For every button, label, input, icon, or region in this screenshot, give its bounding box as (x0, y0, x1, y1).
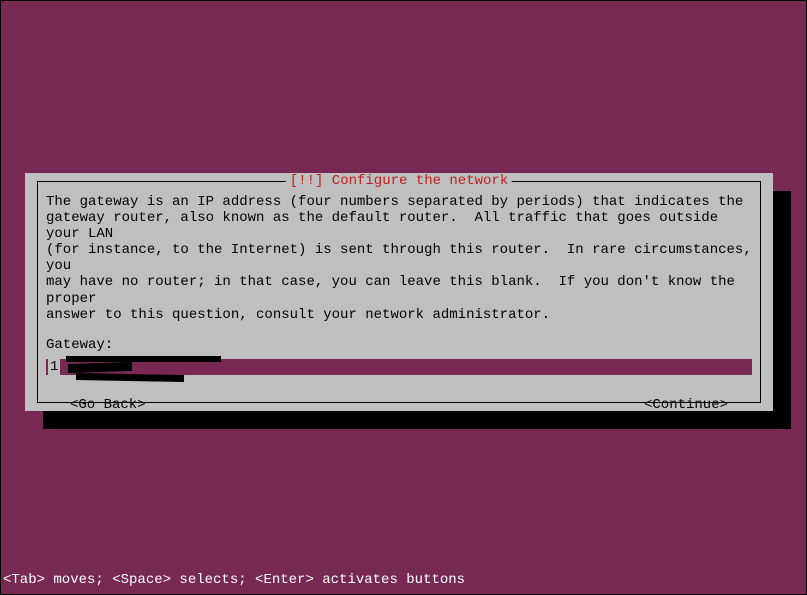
go-back-button[interactable]: <Go Back> (70, 397, 146, 413)
gateway-label: Gateway: (46, 337, 752, 353)
redaction-mark (76, 373, 184, 382)
dialog-frame: [!!] Configure the network The gateway i… (37, 181, 761, 403)
redaction-mark (66, 356, 221, 362)
gateway-input[interactable]: 1 (46, 359, 752, 375)
button-row: <Go Back> <Continue> (46, 397, 752, 413)
dialog-title: [!!] Configure the network (286, 173, 512, 189)
redaction-mark (68, 362, 132, 373)
continue-button[interactable]: <Continue> (644, 397, 728, 413)
status-bar: <Tab> moves; <Space> selects; <Enter> ac… (3, 572, 465, 588)
gateway-input-value: 1 (48, 359, 60, 375)
help-text: The gateway is an IP address (four numbe… (46, 194, 752, 323)
dialog-box: [!!] Configure the network The gateway i… (25, 173, 773, 411)
